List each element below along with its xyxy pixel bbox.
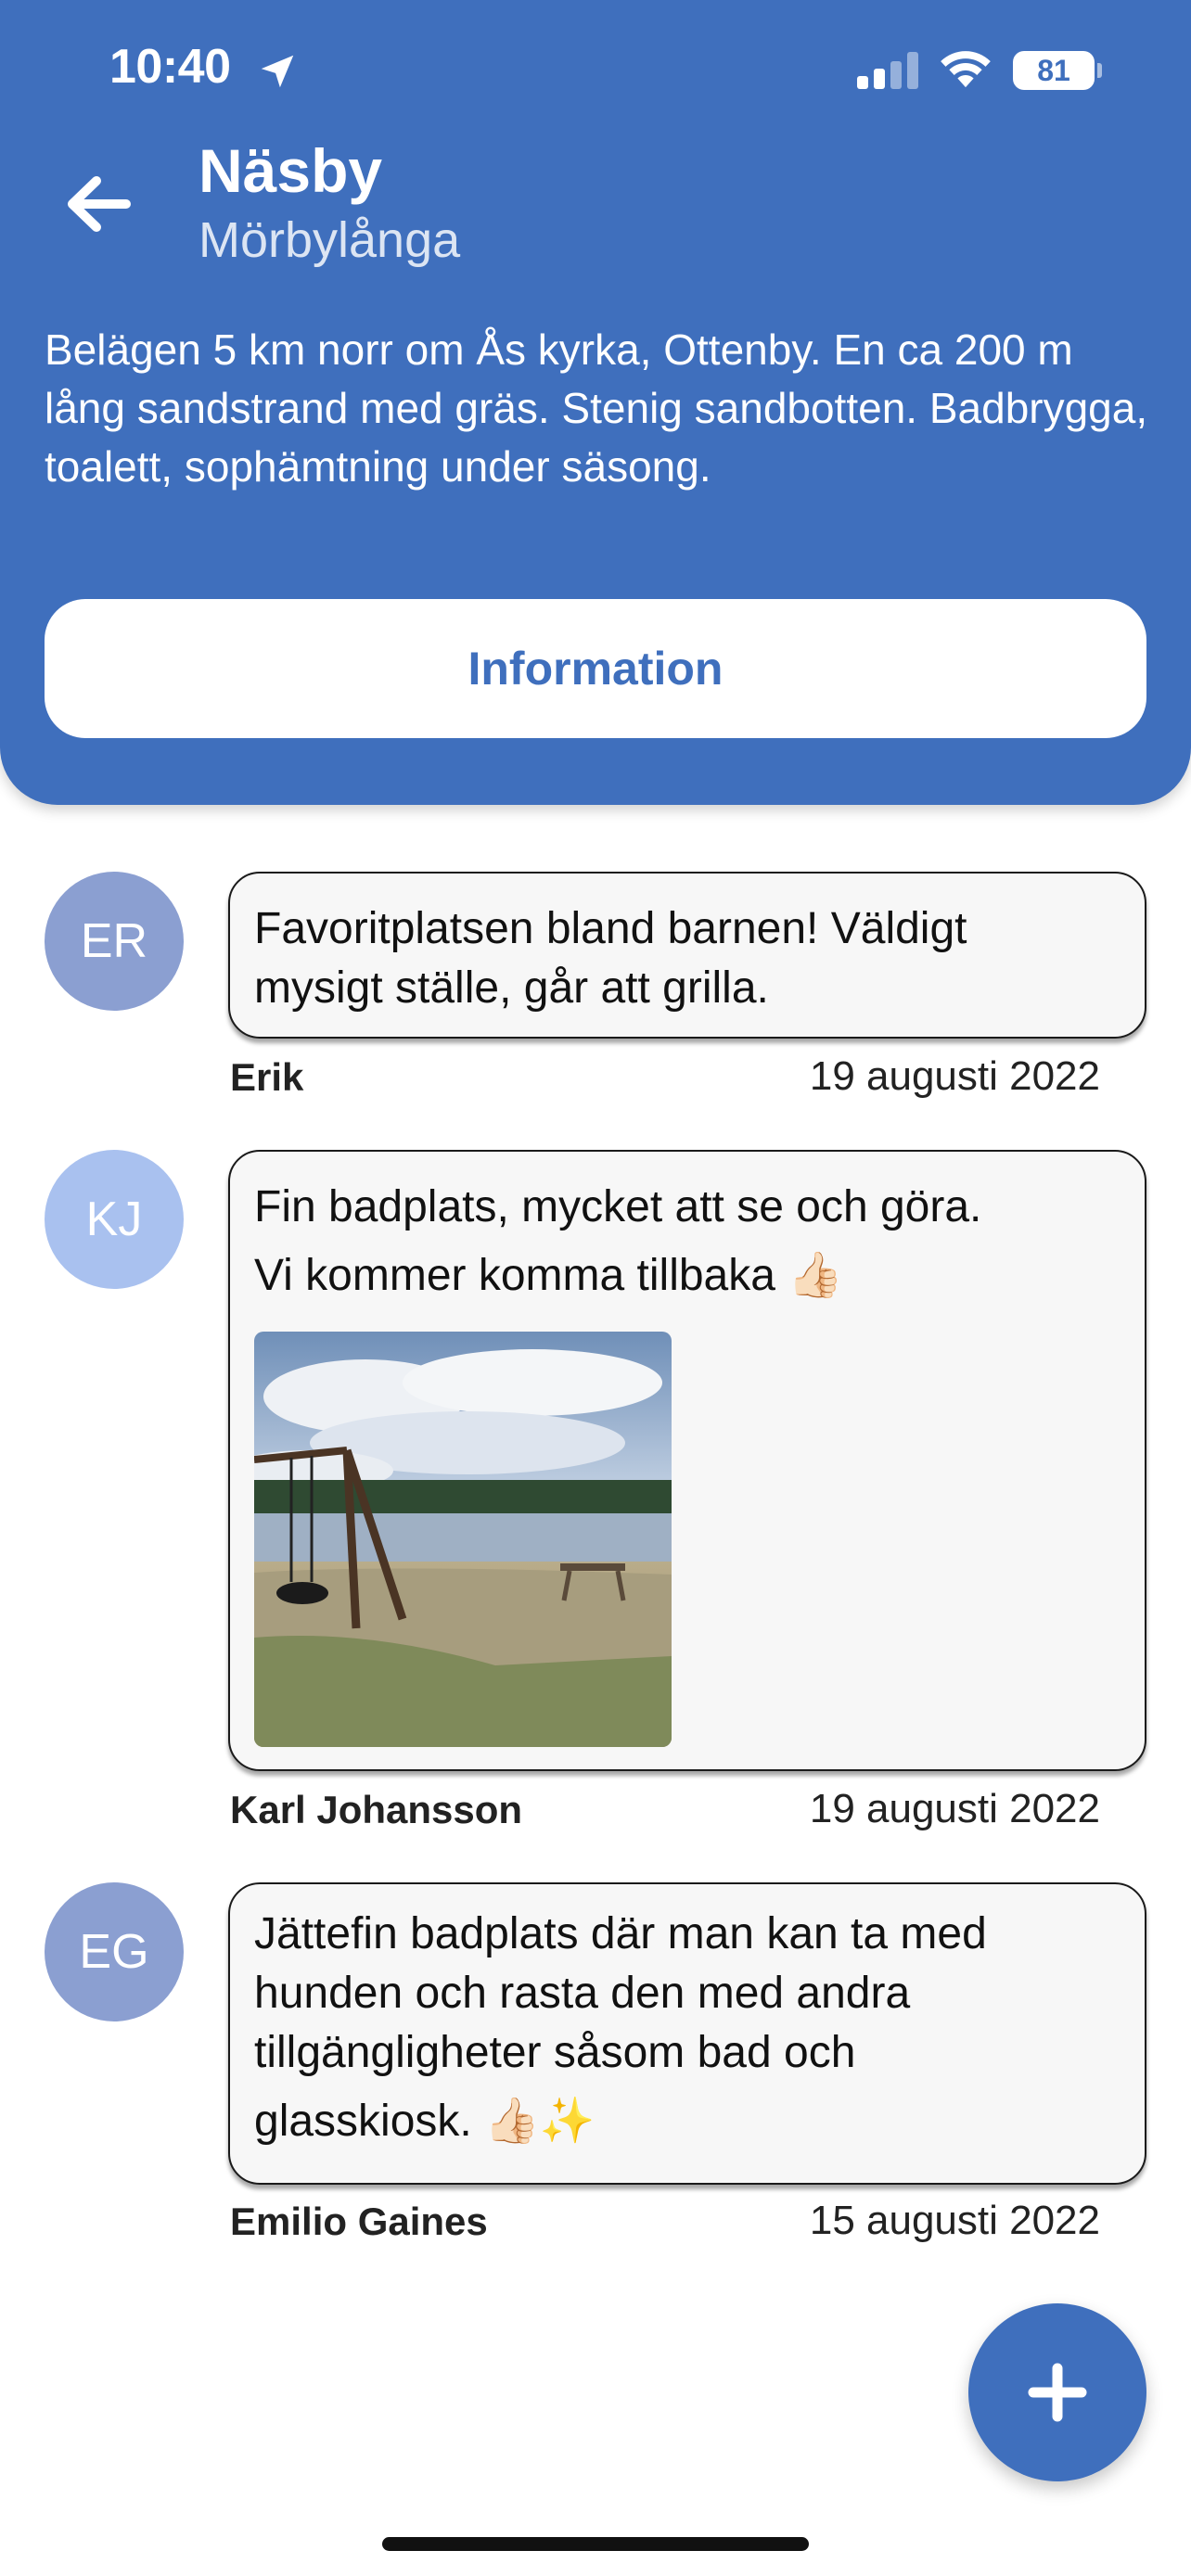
avatar-initials: ER [80,914,148,968]
comment-bubble: Fin badplats, mycket att se och göra. Vi… [228,1150,1146,1771]
place-description: Belägen 5 km norr om Ås kyrka, Ottenby. … [45,325,1148,491]
avatar: ER [45,872,184,1011]
avatar-initials: KJ [85,1192,143,1246]
comment-text-line: hunden och rasta den med andra [254,1969,911,2018]
home-indicator[interactable] [382,2537,809,2551]
comment-text-line: tillgängligheter såsom bad och [254,2028,856,2077]
battery-level: 81 [1037,54,1070,87]
comment-author: Emilio Gaines [230,2200,488,2243]
status-time: 10:40 [109,40,231,94]
plus-icon [1028,2363,1087,2422]
page-title: Näsby [198,136,383,205]
avatar-initials: EG [79,1925,149,1979]
avatar: EG [45,1882,184,2021]
arrow-left-icon [68,176,131,232]
wifi-icon [941,51,991,88]
add-comment-button[interactable] [968,2303,1146,2481]
comment-author: Erik [230,1055,304,1099]
comment-author: Karl Johansson [230,1788,523,1831]
back-button[interactable] [59,165,137,243]
comment-text-line: mysigt ställe, går att grilla. [254,963,769,1013]
comment-text-line: Vi kommer komma tillbaka 👍🏻 [254,1251,844,1300]
comment-date: 15 augusti 2022 [809,2198,1100,2243]
comment-text-line: Jättefin badplats där man kan ta med [254,1909,987,1958]
beach-photo-image [254,1332,672,1747]
comment-photo[interactable] [254,1332,672,1747]
avatar: KJ [45,1150,184,1289]
header: 10:40 81 Näsby Mörbylånga Belägen 5 km n… [0,0,1191,805]
comment-text-line: Favoritplatsen bland barnen! Väldigt [254,904,967,953]
information-button[interactable]: Information [45,599,1146,738]
comment-text-line: glasskiosk. 👍🏻✨ [254,2097,596,2146]
battery-icon: 81 [1013,51,1102,90]
comment-date: 19 augusti 2022 [809,1786,1100,1831]
comment-bubble: Favoritplatsen bland barnen! Väldigt mys… [228,872,1146,1039]
comment-bubble: Jättefin badplats där man kan ta med hun… [228,1882,1146,2185]
comment-text-line: Fin badplats, mycket att se och göra. [254,1182,982,1231]
status-bar: 10:40 81 [0,0,1191,139]
comment-date: 19 augusti 2022 [809,1053,1100,1099]
location-arrow-icon [261,55,294,88]
cellular-signal-icon [857,52,918,89]
page-subtitle: Mörbylånga [198,212,461,268]
